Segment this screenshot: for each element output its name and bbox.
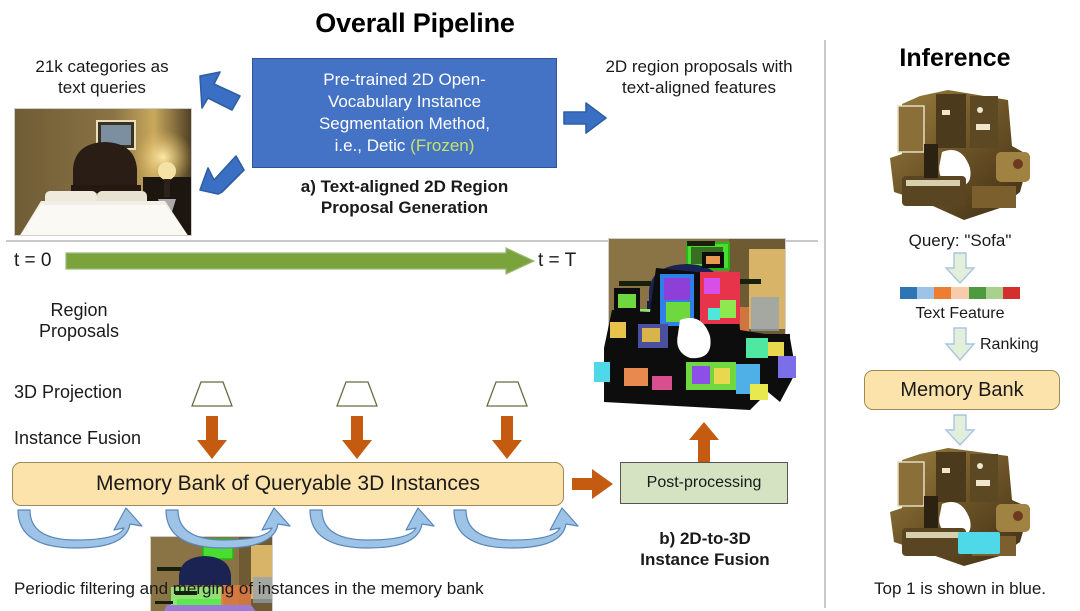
- timeline-start-label: t = 0: [14, 250, 52, 271]
- colorbar-seg-2: [917, 287, 935, 299]
- fusion-arrow-1-icon: [196, 416, 228, 460]
- output-proposals-label: 2D region proposals with text-aligned fe…: [584, 56, 814, 98]
- inference-memory-bank-label: Memory Bank: [900, 378, 1024, 401]
- stage-a-caption-line1: a) Text-aligned 2D Region: [300, 177, 509, 196]
- model-box-line1: Pre-trained 2D Open-: [323, 70, 486, 89]
- top1-highlight: [958, 532, 1000, 554]
- input-bedroom-photo: [14, 108, 192, 236]
- region-proposals-label-line2: Proposals: [38, 321, 120, 341]
- stage-b-caption-line2: Instance Fusion: [640, 550, 770, 569]
- arrow-to-model-top-icon: [196, 70, 248, 114]
- inference-arrow-2-icon: [944, 327, 976, 362]
- column-divider: [824, 40, 826, 608]
- projection-label: 3D Projection: [14, 382, 123, 402]
- input-query-label-line2: text queries: [58, 78, 146, 97]
- arrow-to-output-icon: [562, 100, 610, 136]
- arrow-to-postprocessing-icon: [570, 466, 616, 502]
- projection-frustum-3-icon: [485, 380, 529, 408]
- input-query-label-line1: 21k categories as: [35, 57, 169, 76]
- inference-arrow-1-icon: [944, 252, 976, 285]
- ranking-label: Ranking: [980, 336, 1039, 353]
- inference-arrow-3-icon: [944, 414, 976, 447]
- page-title: Overall Pipeline: [315, 8, 515, 38]
- projection-frustum-2-icon: [335, 380, 379, 408]
- timeline-arrow-icon: [65, 247, 536, 275]
- colorbar-seg-5: [968, 287, 986, 299]
- output-proposals-label-line1: 2D region proposals with: [605, 57, 793, 76]
- post-processing-box-label: Post-processing: [646, 474, 762, 491]
- colorbar-seg-3: [934, 287, 952, 299]
- input-query-label: 21k categories as text queries: [12, 56, 192, 98]
- projection-frustum-1-icon: [190, 380, 234, 408]
- stage-b-caption-line1: b) 2D-to-3D: [659, 529, 751, 548]
- colorbar-seg-7: [1002, 287, 1020, 299]
- model-box-line4: i.e., Detic (Frozen): [319, 135, 490, 157]
- arrow-to-model-bottom-icon: [196, 152, 248, 196]
- stage-a-caption-line2: Proposal Generation: [320, 198, 489, 217]
- periodic-merge-caption: Periodic filtering and merging of instan…: [14, 579, 484, 598]
- inference-memory-bank-box[interactable]: Memory Bank: [864, 370, 1060, 410]
- colorbar-seg-4: [951, 287, 969, 299]
- inference-title: Inference: [899, 44, 1011, 72]
- output-proposals-label-line2: text-aligned features: [621, 78, 777, 97]
- colorbar-seg-1: [900, 287, 918, 299]
- model-box-line3: Segmentation Method,: [318, 114, 491, 133]
- inference-scene-result: [880, 446, 1040, 572]
- region-proposals-label-line1: Region: [50, 300, 108, 320]
- postprocessing-up-arrow-icon: [688, 422, 720, 462]
- figure-root: Overall Pipeline Inference 21k categorie…: [0, 0, 1080, 611]
- inference-bottom-caption: Top 1 is shown in blue.: [874, 579, 1046, 598]
- text-feature-colorbar: [900, 287, 1020, 299]
- periodic-merge-arrows-icon: [14, 507, 579, 556]
- model-box-line2: Vocabulary Instance: [327, 92, 482, 111]
- model-box-line4-prefix: i.e., Detic: [334, 136, 411, 155]
- segmented-3d-scene: [590, 252, 816, 420]
- inference-scene-top: [880, 80, 1040, 226]
- stage-b-caption: b) 2D-to-3D Instance Fusion: [620, 528, 790, 570]
- colorbar-seg-6: [985, 287, 1003, 299]
- memory-bank-box-label: Memory Bank of Queryable 3D Instances: [95, 472, 480, 495]
- region-proposals-label: Region Proposals: [14, 300, 144, 342]
- fusion-arrow-3-icon: [491, 416, 523, 460]
- stage-a-caption: a) Text-aligned 2D Region Proposal Gener…: [252, 176, 557, 218]
- post-processing-box[interactable]: Post-processing: [620, 462, 788, 504]
- text-feature-label: Text Feature: [915, 305, 1005, 322]
- detic-model-box: Pre-trained 2D Open- Vocabulary Instance…: [252, 58, 557, 168]
- fusion-arrow-2-icon: [341, 416, 373, 460]
- instance-fusion-label: Instance Fusion: [14, 428, 142, 448]
- timeline-end-label: t = T: [538, 250, 577, 271]
- inference-query-caption: Query: "Sofa": [908, 231, 1012, 250]
- model-box-frozen-tag: (Frozen): [410, 136, 475, 155]
- memory-bank-box[interactable]: Memory Bank of Queryable 3D Instances: [12, 462, 564, 506]
